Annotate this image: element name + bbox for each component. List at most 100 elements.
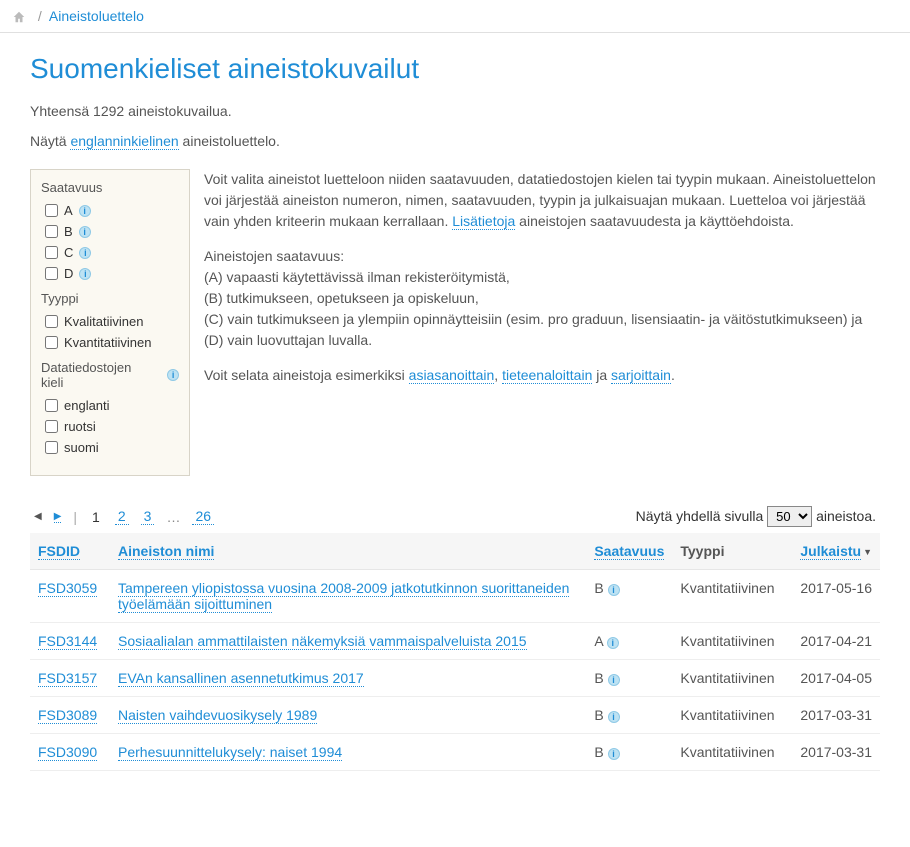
date-value: 2017-03-31 bbox=[800, 707, 872, 723]
type-value: Kvantitatiivinen bbox=[680, 670, 774, 686]
browse-series-link[interactable]: sarjoittain bbox=[611, 367, 671, 384]
page-2-link[interactable]: 2 bbox=[115, 508, 129, 525]
filter-lang-text: Datatiedostojen kieli bbox=[41, 360, 156, 390]
sort-published[interactable]: Julkaistu bbox=[800, 543, 861, 560]
breadcrumb-separator: / bbox=[38, 8, 42, 24]
availability-code: A bbox=[594, 633, 603, 649]
intro-p1b: aineistojen saatavuudesta ja käyttöehdoi… bbox=[515, 213, 794, 229]
fsdid-link[interactable]: FSD3089 bbox=[38, 707, 97, 724]
filter-lang-en[interactable]: englanti bbox=[45, 398, 179, 413]
filter-lang-fi[interactable]: suomi bbox=[45, 440, 179, 455]
table-row: FSD3157 EVAn kansallinen asennetutkimus 2… bbox=[30, 660, 880, 697]
fsdid-link[interactable]: FSD3059 bbox=[38, 580, 97, 597]
label-qual: Kvalitatiivinen bbox=[64, 314, 144, 329]
checkbox-qual[interactable] bbox=[45, 315, 58, 328]
intro-text: Voit valita aineistot luetteloon niiden … bbox=[204, 169, 880, 476]
checkbox-fi[interactable] bbox=[45, 441, 58, 454]
filter-type-label: Tyyppi bbox=[41, 291, 179, 306]
home-icon[interactable] bbox=[12, 10, 26, 24]
checkbox-c[interactable] bbox=[45, 246, 58, 259]
filter-avail-b[interactable]: Bi bbox=[45, 224, 179, 239]
language-line: Näytä englanninkielinen aineistoluettelo… bbox=[30, 133, 880, 149]
info-icon[interactable]: i bbox=[608, 674, 620, 686]
info-icon[interactable]: i bbox=[79, 205, 91, 217]
dataset-name-link[interactable]: EVAn kansallinen asennetutkimus 2017 bbox=[118, 670, 364, 687]
prev-page-icon[interactable]: ◀ bbox=[34, 511, 42, 522]
checkbox-d[interactable] bbox=[45, 267, 58, 280]
info-icon[interactable]: i bbox=[608, 711, 620, 723]
dataset-name-link[interactable]: Tampereen yliopistossa vuosina 2008-2009… bbox=[118, 580, 569, 613]
page-3-link[interactable]: 3 bbox=[141, 508, 155, 525]
sort-desc-icon: ▼ bbox=[863, 547, 872, 557]
summary-text: Yhteensä 1292 aineistokuvailua. bbox=[30, 103, 880, 119]
intro-p3a: Voit selata aineistoja esimerkiksi bbox=[204, 367, 409, 383]
page-title: Suomenkieliset aineistokuvailut bbox=[30, 53, 880, 85]
pager: ◀ ▶ | 1 2 3 … 26 Näytä yhdellä sivulla 5… bbox=[30, 500, 880, 533]
filter-type-qual[interactable]: Kvalitatiivinen bbox=[45, 314, 179, 329]
header-type: Tyyppi bbox=[680, 543, 724, 559]
fsdid-link[interactable]: FSD3144 bbox=[38, 633, 97, 650]
filter-type-quant[interactable]: Kvantitatiivinen bbox=[45, 335, 179, 350]
next-page-icon[interactable]: ▶ bbox=[54, 511, 62, 523]
date-value: 2017-04-05 bbox=[800, 670, 872, 686]
checkbox-en[interactable] bbox=[45, 399, 58, 412]
info-icon[interactable]: i bbox=[607, 637, 619, 649]
date-value: 2017-05-16 bbox=[800, 580, 872, 596]
sort-fsdid[interactable]: FSDID bbox=[38, 543, 80, 560]
type-value: Kvantitatiivinen bbox=[680, 580, 774, 596]
sep2: ja bbox=[592, 367, 611, 383]
breadcrumb: / Aineistoluettelo bbox=[0, 0, 910, 33]
checkbox-sv[interactable] bbox=[45, 420, 58, 433]
filter-lang-sv[interactable]: ruotsi bbox=[45, 419, 179, 434]
date-value: 2017-03-31 bbox=[800, 744, 872, 760]
availability-code: B bbox=[594, 707, 603, 723]
fsdid-link[interactable]: FSD3157 bbox=[38, 670, 97, 687]
type-value: Kvantitatiivinen bbox=[680, 707, 774, 723]
label-d: D bbox=[64, 266, 73, 281]
filter-panel: Saatavuus Ai Bi Ci Di Tyyppi Kvalitatiiv… bbox=[30, 169, 190, 476]
checkbox-a[interactable] bbox=[45, 204, 58, 217]
info-icon[interactable]: i bbox=[608, 748, 620, 760]
availability-code: B bbox=[594, 744, 603, 760]
browse-disciplines-link[interactable]: tieteenaloittain bbox=[502, 367, 592, 384]
sort-name[interactable]: Aineiston nimi bbox=[118, 543, 214, 560]
intro-end: . bbox=[671, 367, 675, 383]
label-b: B bbox=[64, 224, 73, 239]
per-page-pre: Näytä yhdellä sivulla bbox=[636, 508, 768, 524]
info-icon[interactable]: i bbox=[79, 268, 91, 280]
filter-avail-a[interactable]: Ai bbox=[45, 203, 179, 218]
sep1: , bbox=[494, 367, 502, 383]
filter-avail-d[interactable]: Di bbox=[45, 266, 179, 281]
table-row: FSD3089 Naisten vaihdevuosikysely 1989 B i… bbox=[30, 697, 880, 734]
label-quant: Kvantitatiivinen bbox=[64, 335, 151, 350]
filter-avail-c[interactable]: Ci bbox=[45, 245, 179, 260]
table-row: FSD3144 Sosiaalialan ammattilaisten näkem… bbox=[30, 623, 880, 660]
checkbox-b[interactable] bbox=[45, 225, 58, 238]
filter-lang-label: Datatiedostojen kieli i bbox=[41, 360, 179, 390]
dataset-name-link[interactable]: Perhesuunnittelukysely: naiset 1994 bbox=[118, 744, 342, 761]
per-page-select[interactable]: 50 bbox=[767, 506, 812, 527]
checkbox-quant[interactable] bbox=[45, 336, 58, 349]
fsdid-link[interactable]: FSD3090 bbox=[38, 744, 97, 761]
sort-availability[interactable]: Saatavuus bbox=[594, 543, 664, 560]
page-last-link[interactable]: 26 bbox=[192, 508, 214, 525]
info-icon[interactable]: i bbox=[79, 226, 91, 238]
per-page-post: aineistoa. bbox=[816, 508, 876, 524]
ellipsis: … bbox=[166, 509, 180, 525]
browse-subjects-link[interactable]: asiasanoittain bbox=[409, 367, 495, 384]
label-a: A bbox=[64, 203, 73, 218]
info-icon[interactable]: i bbox=[79, 247, 91, 259]
intro-availability-legend: Aineistojen saatavuus: (A) vapaasti käyt… bbox=[204, 246, 880, 351]
dataset-name-link[interactable]: Naisten vaihdevuosikysely 1989 bbox=[118, 707, 317, 724]
dataset-name-link[interactable]: Sosiaalialan ammattilaisten näkemyksiä v… bbox=[118, 633, 527, 650]
type-value: Kvantitatiivinen bbox=[680, 744, 774, 760]
table-row: FSD3090 Perhesuunnittelukysely: naiset 19… bbox=[30, 734, 880, 771]
breadcrumb-link[interactable]: Aineistoluettelo bbox=[49, 8, 144, 24]
type-value: Kvantitatiivinen bbox=[680, 633, 774, 649]
label-c: C bbox=[64, 245, 73, 260]
more-info-link[interactable]: Lisätietoja bbox=[452, 213, 515, 230]
info-icon[interactable]: i bbox=[167, 369, 179, 381]
lang-post: aineistoluettelo. bbox=[179, 133, 280, 149]
info-icon[interactable]: i bbox=[608, 584, 620, 596]
english-link[interactable]: englanninkielinen bbox=[70, 133, 178, 150]
